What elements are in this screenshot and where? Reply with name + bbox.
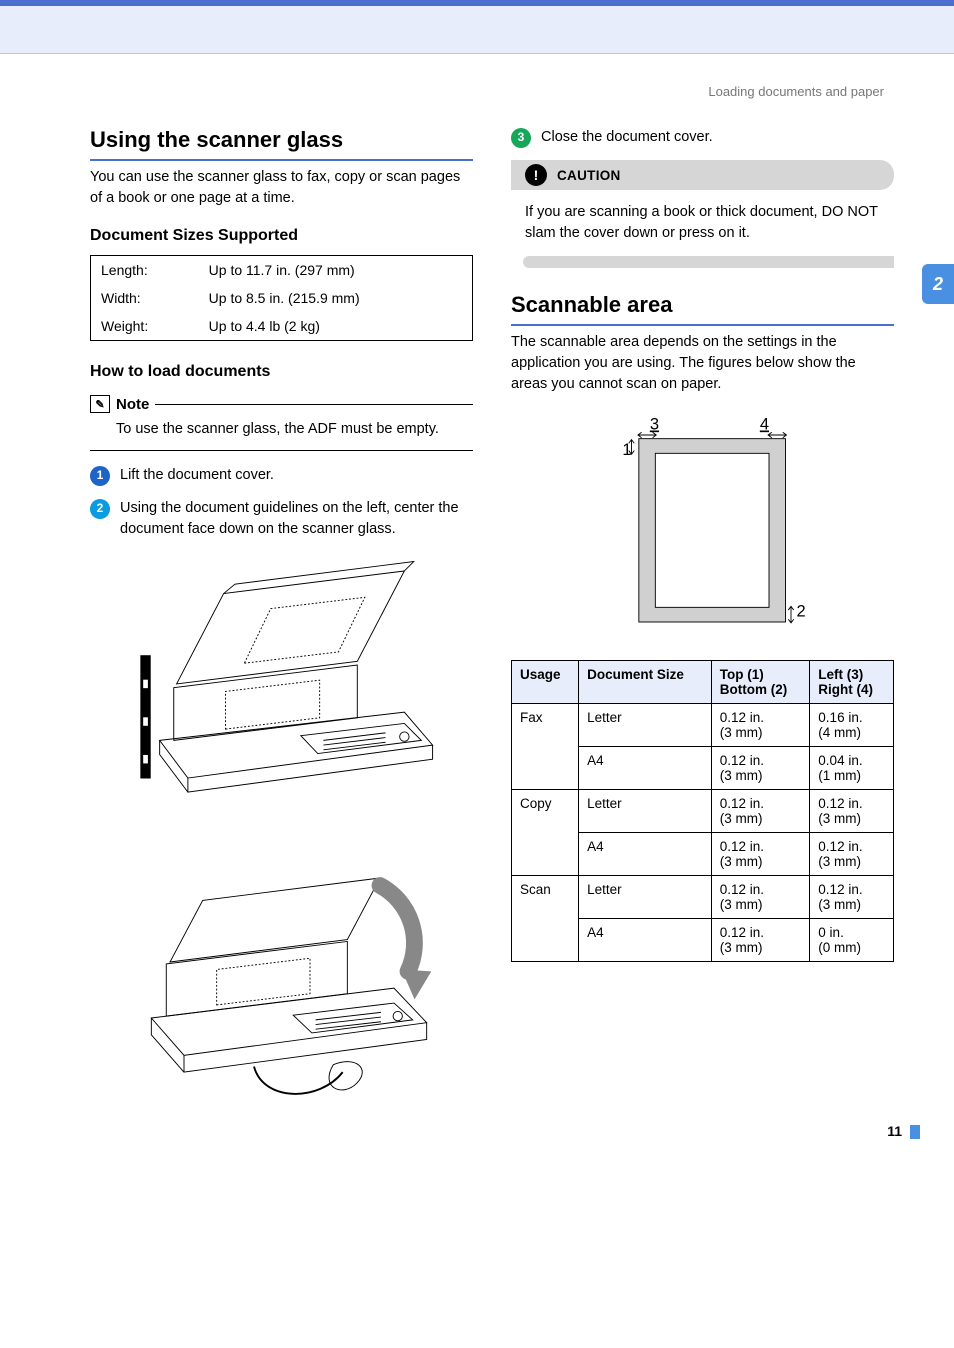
- page-number-mark: [910, 1125, 920, 1139]
- caution-icon: !: [525, 164, 547, 186]
- length-value: Up to 11.7 in. (297 mm): [199, 256, 473, 285]
- th-docsize: Document Size: [579, 661, 712, 704]
- th-usage: Usage: [512, 661, 579, 704]
- note-rule: [155, 404, 473, 405]
- weight-label: Weight:: [91, 312, 199, 341]
- caution-text: If you are scanning a book or thick docu…: [511, 200, 894, 244]
- svg-text:1: 1: [622, 441, 631, 459]
- step-2-text: Using the document guidelines on the lef…: [120, 498, 473, 540]
- caution-heading-bar: ! CAUTION: [511, 160, 894, 190]
- step-number-2: 2: [90, 499, 110, 519]
- section-heading-scannable-area: Scannable area: [511, 292, 894, 326]
- svg-text:2: 2: [796, 603, 805, 621]
- svg-text:4: 4: [759, 416, 768, 434]
- sizes-heading: Document Sizes Supported: [90, 227, 473, 245]
- figure-scanner-open: [90, 552, 473, 802]
- note-block: ✎ Note To use the scanner glass, the ADF…: [90, 395, 473, 451]
- th-left-right: Left (3) Right (4): [810, 661, 894, 704]
- note-text: To use the scanner glass, the ADF must b…: [90, 413, 473, 451]
- top-sub-bar: [0, 6, 954, 54]
- section-heading-scanner-glass: Using the scanner glass: [90, 127, 473, 161]
- caution-label: CAUTION: [557, 168, 621, 183]
- note-label: Note: [116, 396, 149, 413]
- scannable-area-diagram: 1 2 3 4: [573, 413, 833, 638]
- table-row: Copy Letter 0.12 in.(3 mm) 0.12 in.(3 mm…: [512, 790, 894, 833]
- table-row: Scan Letter 0.12 in.(3 mm) 0.12 in.(3 mm…: [512, 876, 894, 919]
- caution-end-bar: [523, 256, 894, 268]
- scanner-glass-intro: You can use the scanner glass to fax, co…: [90, 167, 473, 209]
- svg-text:3: 3: [649, 416, 658, 434]
- chapter-tab: 2: [922, 264, 954, 304]
- figure-scanner-closing: [90, 822, 473, 1107]
- step-1-text: Lift the document cover.: [120, 465, 274, 486]
- step-number-3: 3: [511, 128, 531, 148]
- step-number-1: 1: [90, 466, 110, 486]
- width-label: Width:: [91, 284, 199, 312]
- length-label: Length:: [91, 256, 199, 285]
- scannable-area-table: Usage Document Size Top (1) Bottom (2) L…: [511, 660, 894, 962]
- step-3-text: Close the document cover.: [541, 127, 713, 148]
- howto-heading: How to load documents: [90, 363, 473, 381]
- page-number: 11: [887, 1123, 902, 1139]
- scannable-area-intro: The scannable area depends on the settin…: [511, 332, 894, 395]
- th-top-bottom: Top (1) Bottom (2): [711, 661, 810, 704]
- note-icon: ✎: [90, 395, 110, 413]
- document-sizes-table: Length: Up to 11.7 in. (297 mm) Width: U…: [90, 255, 473, 341]
- width-value: Up to 8.5 in. (215.9 mm): [199, 284, 473, 312]
- weight-value: Up to 4.4 lb (2 kg): [199, 312, 473, 341]
- breadcrumb: Loading documents and paper: [90, 84, 894, 99]
- table-row: Fax Letter 0.12 in.(3 mm) 0.16 in.(4 mm): [512, 704, 894, 747]
